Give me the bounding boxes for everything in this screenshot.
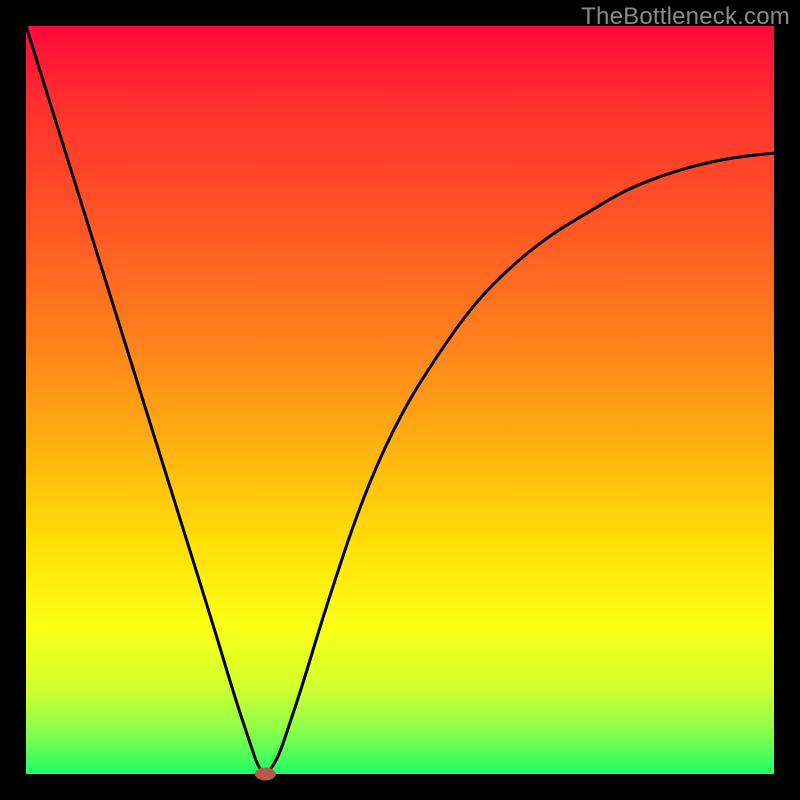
watermark-text: TheBottleneck.com (581, 3, 790, 31)
curve-layer (26, 26, 774, 774)
chart-frame: TheBottleneck.com (0, 0, 800, 800)
minimum-marker (255, 768, 275, 780)
bottleneck-curve (26, 26, 774, 772)
plot-area (26, 26, 774, 774)
